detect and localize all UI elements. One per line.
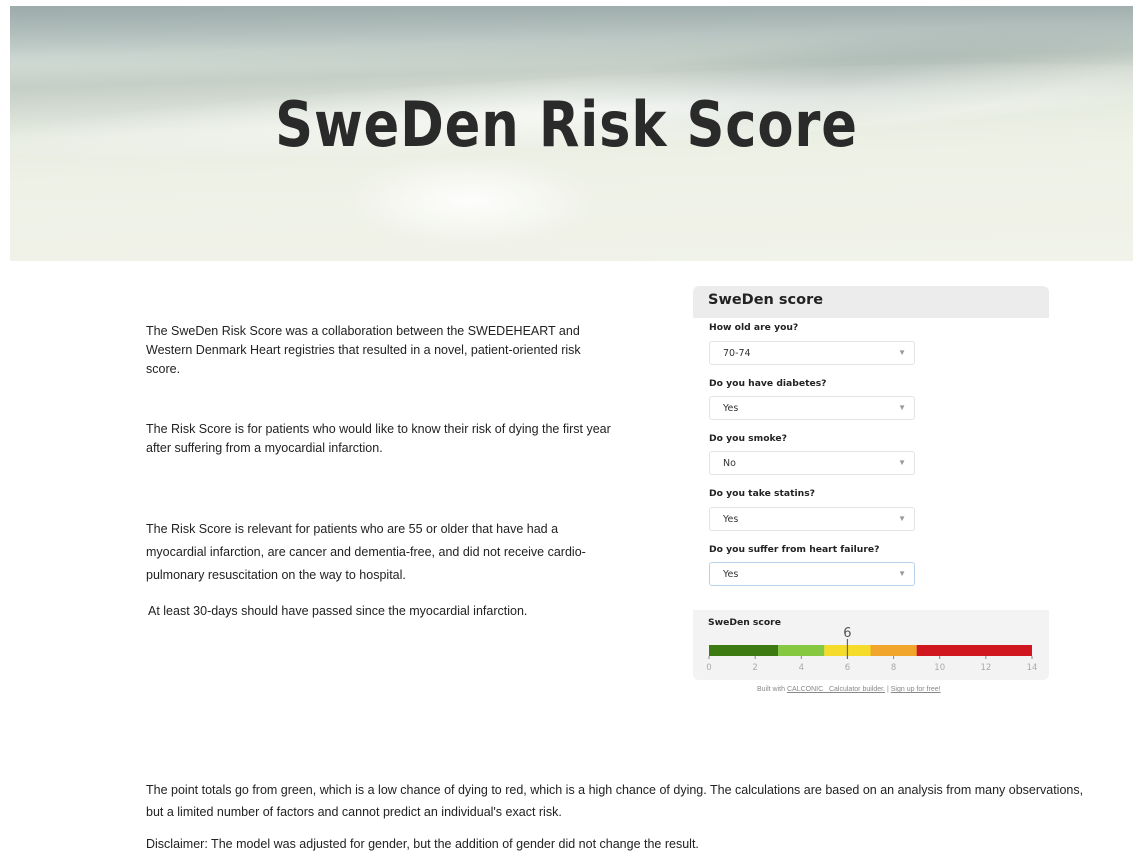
statins-select[interactable]: Yes ▼ <box>709 507 915 531</box>
score-segment-0 <box>709 645 779 656</box>
calculator-widget: SweDen score How old are you? 70-74 ▼ Do… <box>693 286 1049 680</box>
heart-failure-select-value: Yes <box>723 569 739 580</box>
intro-paragraph-2: The Risk Score is for patients who would… <box>146 422 611 455</box>
score-value-label: 6 <box>843 626 851 641</box>
score-result-panel: SweDen score 0 2 4 6 8 10 12 14 6 <box>693 610 1049 680</box>
score-tick-label: 14 <box>1027 663 1038 673</box>
intro-paragraph-4: At least 30-days should have passed sinc… <box>148 604 528 618</box>
signup-link[interactable]: Sign up for free! <box>891 686 941 693</box>
score-gauge: 0 2 4 6 8 10 12 14 6 <box>706 626 1038 673</box>
calculator-title: SweDen score <box>708 292 824 308</box>
diabetes-select-value: Yes <box>723 403 739 414</box>
chevron-down-icon: ▼ <box>898 514 906 523</box>
chevron-down-icon: ▼ <box>898 348 906 357</box>
score-tick-label: 2 <box>752 663 757 673</box>
diabetes-select[interactable]: Yes ▼ <box>709 396 915 420</box>
statins-question-label: Do you take statins? <box>709 488 816 499</box>
score-tick-label: 8 <box>891 663 896 673</box>
footer-separator: | <box>886 686 889 693</box>
intro-paragraph-1: The SweDen Risk Score was a collaboratio… <box>146 324 581 376</box>
statins-select-value: Yes <box>723 514 739 525</box>
intro-paragraph-3: The Risk Score is relevant for patients … <box>146 522 586 582</box>
explanation-paragraph: The point totals go from green, which is… <box>146 783 1084 819</box>
disclaimer-paragraph: Disclaimer: The model was adjusted for g… <box>146 837 699 851</box>
calconic-link[interactable]: CALCONIC_ Calculator builder. <box>787 686 885 693</box>
heart-failure-select[interactable]: Yes ▼ <box>709 562 915 586</box>
calculator-footer: Built with CALCONIC_ Calculator builder.… <box>757 686 941 693</box>
smoke-select-value: No <box>723 458 736 469</box>
chevron-down-icon: ▼ <box>898 569 906 578</box>
score-tick-label: 4 <box>799 663 804 673</box>
hero-background-sparkle <box>340 156 600 246</box>
score-tick-label: 10 <box>934 663 945 673</box>
page-title: SweDen Risk Score <box>275 88 858 161</box>
score-segment-3 <box>870 645 917 656</box>
score-tick-label: 6 <box>845 663 850 673</box>
age-select[interactable]: 70-74 ▼ <box>709 341 915 365</box>
score-tick-label: 12 <box>980 663 991 673</box>
smoke-question-label: Do you smoke? <box>709 433 787 444</box>
footer-prefix: Built with <box>757 686 786 693</box>
age-select-value: 70-74 <box>723 348 751 359</box>
calculator-header: SweDen score <box>693 286 1049 318</box>
heart-failure-question-label: Do you suffer from heart failure? <box>709 544 880 555</box>
diabetes-question-label: Do you have diabetes? <box>709 378 827 389</box>
score-segment-4 <box>916 645 1032 656</box>
score-segment-1 <box>778 645 825 656</box>
age-question-label: How old are you? <box>709 322 799 333</box>
chevron-down-icon: ▼ <box>898 458 906 467</box>
chevron-down-icon: ▼ <box>898 403 906 412</box>
smoke-select[interactable]: No ▼ <box>709 451 915 475</box>
score-tick-label: 0 <box>706 663 711 673</box>
